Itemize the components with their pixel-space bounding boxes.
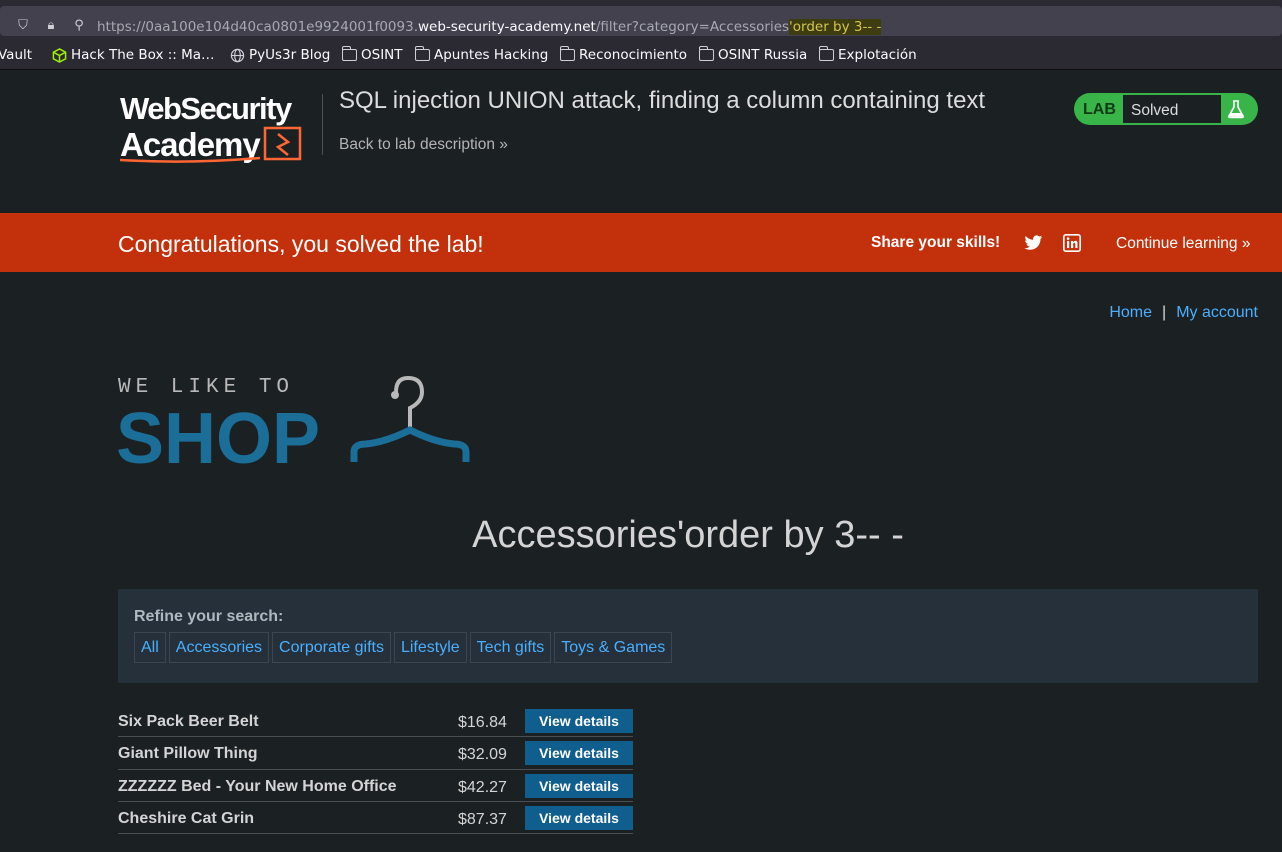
logo-line1: WebSecurity — [120, 92, 293, 126]
bookmark-label: Reconocimiento — [579, 47, 688, 63]
shield-icon[interactable]: ⛉ — [15, 18, 31, 34]
lab-status-text: Solved — [1131, 102, 1179, 119]
product-price: $42.27 — [458, 778, 507, 796]
bookmark-osint-russia[interactable]: OSINT Russia — [698, 46, 808, 63]
filter-corporate-gifts[interactable]: Corporate gifts — [272, 632, 391, 663]
bookmark-label: OSINT — [361, 47, 403, 63]
double-chevron-right-icon: » — [499, 136, 508, 153]
shop-logo-word: SHOP — [118, 399, 320, 466]
product-price: $87.37 — [458, 810, 507, 828]
bookmark-apuntes-hacking[interactable]: Apuntes Hacking — [414, 46, 549, 63]
bookmarks-bar: Vault Hack The Box :: Ma… PyUs3r Blog OS… — [0, 42, 1282, 70]
back-to-lab-link[interactable]: Back to lab description » — [339, 136, 508, 154]
shop-logo-tagline: WE LIKE TO — [118, 376, 294, 399]
refine-search-panel: Refine your search: All Accessories Corp… — [118, 589, 1258, 683]
permissions-icon[interactable]: ⚲ — [71, 18, 87, 34]
url-path: /filter?category=Accessories — [595, 19, 790, 35]
bookmark-reconocimiento[interactable]: Reconocimiento — [559, 46, 688, 63]
bookmark-osint[interactable]: OSINT — [341, 46, 403, 63]
folder-icon — [341, 46, 357, 61]
bookmark-label: OSINT Russia — [718, 47, 808, 63]
flask-icon — [1228, 100, 1244, 119]
url-prefix: https://0aa100e104d40ca0801e9924001f0093… — [97, 19, 418, 35]
lab-status-badge: LAB Solved — [1074, 93, 1258, 125]
congrats-message: Congratulations, you solved the lab! — [118, 231, 484, 257]
bookmark-vault[interactable]: Vault — [0, 47, 32, 63]
lock-icon[interactable]: 🔒︎ — [43, 18, 59, 34]
top-nav: Home | My account — [1109, 304, 1258, 322]
bookmark-label: Vault — [0, 47, 33, 63]
globe-icon — [230, 48, 245, 62]
url-host: web-security-academy.net — [418, 19, 596, 35]
solved-banner: Congratulations, you solved the lab! Sha… — [0, 213, 1282, 272]
nav-separator: | — [1162, 304, 1167, 321]
product-price: $16.84 — [458, 714, 507, 731]
products-table: Six Pack Beer Belt $16.84 View details G… — [118, 705, 633, 835]
filter-accessories[interactable]: Accessories — [168, 632, 270, 663]
table-row: ZZZZZZ Bed - Your New Home Office $42.27… — [118, 770, 633, 802]
hanger-icon — [350, 376, 470, 462]
browser-toolbar: ⛉ 🔒︎ ⚲ https://0aa100e104d40ca0801e99240… — [0, 0, 1282, 42]
bookmark-pyus3r-blog[interactable]: PyUs3r Blog — [230, 47, 330, 63]
header-divider — [322, 94, 323, 155]
filter-all[interactable]: All — [134, 632, 166, 663]
bookmark-label: Explotación — [838, 47, 917, 63]
product-name: Cheshire Cat Grin — [118, 809, 255, 827]
table-row: Giant Pillow Thing $32.09 View details — [118, 737, 633, 770]
table-row: Cheshire Cat Grin $87.37 View details — [118, 802, 633, 835]
share-skills-label: Share your skills! — [871, 234, 1001, 251]
filter-toys-games[interactable]: Toys & Games — [554, 632, 673, 663]
category-filters: All Accessories Corporate gifts Lifestyl… — [134, 632, 675, 663]
view-details-button[interactable]: View details — [525, 805, 633, 830]
home-link[interactable]: Home — [1109, 304, 1152, 321]
linkedin-icon[interactable] — [1063, 234, 1081, 252]
twitter-icon[interactable] — [1024, 235, 1043, 251]
folder-icon — [559, 46, 575, 61]
product-name: Giant Pillow Thing — [118, 745, 258, 763]
logo-bolt — [275, 133, 291, 156]
continue-learning-label: Continue learning — [1116, 235, 1238, 252]
url-injected-param: 'order by 3-- - — [789, 19, 882, 35]
view-details-button[interactable]: View details — [525, 709, 633, 733]
bookmark-explotacion[interactable]: Explotación — [818, 46, 917, 63]
bookmark-label: Apuntes Hacking — [434, 47, 549, 63]
refine-title: Refine your search: — [134, 608, 284, 625]
filter-tech-gifts[interactable]: Tech gifts — [469, 632, 552, 663]
lab-title: SQL injection UNION attack, finding a co… — [339, 87, 986, 114]
shop-logo: WE LIKE TO SHOP — [118, 376, 470, 466]
page-heading: Accessories'order by 3-- - — [472, 514, 904, 556]
table-row: Six Pack Beer Belt $16.84 View details — [118, 705, 633, 738]
continue-learning-link[interactable]: Continue learning » — [1116, 235, 1250, 253]
folder-icon — [414, 46, 430, 61]
logo-line2: Academy — [120, 126, 261, 163]
lab-status: Solved — [1123, 95, 1221, 123]
bookmark-label: Hack The Box :: Ma… — [71, 47, 215, 63]
bookmark-hackthebox[interactable]: Hack The Box :: Ma… — [52, 47, 215, 63]
lab-label: LAB — [1083, 101, 1116, 118]
my-account-link[interactable]: My account — [1176, 304, 1258, 321]
filter-lifestyle[interactable]: Lifestyle — [393, 632, 467, 663]
url-text[interactable]: https://0aa100e104d40ca0801e9924001f0093… — [97, 19, 882, 35]
folder-icon — [818, 46, 834, 61]
double-chevron-right-icon: » — [1241, 235, 1251, 252]
view-details-button[interactable]: View details — [525, 741, 633, 766]
view-details-button[interactable]: View details — [525, 773, 633, 798]
product-name: ZZZZZZ Bed - Your New Home Office — [118, 777, 397, 795]
bookmark-label: PyUs3r Blog — [249, 47, 331, 63]
web-security-academy-logo[interactable]: WebSecurity Academy — [120, 92, 320, 164]
url-field[interactable]: ⛉ 🔒︎ ⚲ https://0aa100e104d40ca0801e99240… — [0, 6, 1282, 36]
product-price: $32.09 — [458, 746, 507, 764]
folder-icon — [698, 46, 714, 61]
back-link-label: Back to lab description — [339, 136, 495, 153]
product-name: Six Pack Beer Belt — [118, 713, 259, 730]
hackthebox-icon — [52, 47, 67, 63]
